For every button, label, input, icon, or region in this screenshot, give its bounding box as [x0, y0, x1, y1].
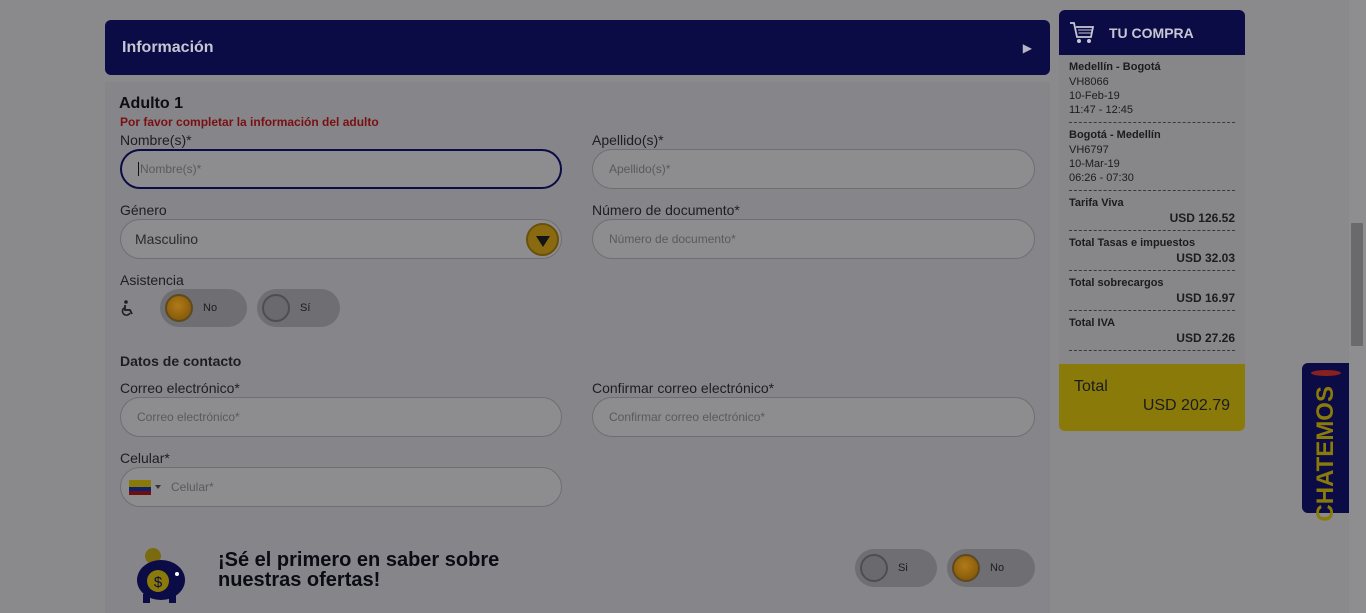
first-name-placeholder: Nombre(s)* [140, 162, 202, 176]
chat-label[interactable]: CHATEMOS [1312, 386, 1340, 522]
chat-bubble-icon[interactable] [1310, 370, 1341, 376]
email-input[interactable]: Correo electrónico* [120, 397, 562, 437]
assistance-yes-label: Sí [300, 302, 311, 314]
last-name-placeholder: Apellido(s)* [609, 162, 671, 176]
charge-name: Total sobrecargos [1069, 277, 1164, 289]
last-name-input[interactable]: Apellido(s)* [592, 149, 1035, 189]
charge-taxes: Total Tasas e impuestos USD 32.03 [1069, 231, 1235, 271]
confirm-email-input[interactable]: Confirmar correo electrónico* [592, 397, 1035, 437]
adult-heading: Adulto 1 [119, 95, 183, 112]
colombia-flag-icon[interactable] [129, 479, 151, 495]
flight-time: 06:26 - 07:30 [1069, 172, 1134, 184]
summary-title: TU COMPRA [1109, 24, 1194, 41]
assistance-no-toggle[interactable]: No [160, 289, 247, 327]
purchase-summary: TU COMPRA Medellín - Bogotá VH8066 10-Fe… [1059, 10, 1245, 431]
text-caret [138, 162, 139, 176]
email-placeholder: Correo electrónico* [137, 410, 240, 424]
gender-value: Masculino [135, 231, 199, 247]
chat-widget[interactable]: CHATEMOS [1302, 363, 1349, 522]
charge-iva: Total IVA USD 27.26 [1069, 311, 1235, 351]
gender-select[interactable]: Masculino [120, 219, 562, 259]
flight-date: 10-Feb-19 [1069, 90, 1120, 102]
dropdown-arrow-icon[interactable] [526, 223, 559, 256]
flight-return: Bogotá - Medellín VH6797 10-Mar-19 06:26… [1069, 123, 1235, 191]
assistance-label: Asistencia [120, 272, 184, 288]
assistance-no-label: No [203, 302, 218, 314]
adult-warning: Por favor completar la información del a… [120, 115, 379, 129]
last-name-label: Apellido(s)* [592, 132, 664, 148]
charge-surcharges: Total sobrecargos USD 16.97 [1069, 271, 1235, 311]
promo-yes-toggle[interactable]: Si [855, 549, 937, 587]
charge-name: Total IVA [1069, 317, 1116, 329]
flight-route: Bogotá - Medellín [1069, 129, 1161, 141]
charge-amount: USD 32.03 [1176, 251, 1235, 265]
flight-time: 11:47 - 12:45 [1069, 104, 1134, 116]
country-caret-icon[interactable] [155, 485, 161, 489]
flight-route: Medellín - Bogotá [1069, 61, 1161, 73]
charge-amount: USD 27.26 [1176, 331, 1235, 345]
charge-amount: USD 16.97 [1176, 291, 1235, 305]
total-label: Total [1074, 378, 1108, 395]
promo-heading: ¡Sé el primero en saber sobre nuestras o… [218, 550, 499, 590]
piggy-bank-icon: $ [137, 548, 185, 603]
mobile-label: Celular* [120, 450, 170, 466]
mobile-placeholder: Celular* [171, 480, 214, 494]
page-scrollbar[interactable] [1349, 0, 1366, 613]
expand-arrow-icon[interactable]: ▶ [1023, 41, 1032, 55]
svg-text:$: $ [154, 574, 163, 591]
radio-knob [262, 294, 290, 322]
radio-knob-selected [952, 554, 980, 582]
assistance-yes-toggle[interactable]: Sí [257, 289, 340, 327]
contact-heading: Datos de contacto [120, 353, 242, 369]
promo-line-2: nuestras ofertas! [218, 569, 381, 591]
promo-no-label: No [990, 562, 1005, 574]
document-input[interactable]: Número de documento* [592, 219, 1035, 259]
confirm-email-label: Confirmar correo electrónico* [592, 380, 775, 396]
promo-no-toggle[interactable]: No [947, 549, 1035, 587]
mobile-input[interactable]: Celular* [120, 467, 562, 507]
document-placeholder: Número de documento* [609, 232, 736, 246]
promo-line-1: ¡Sé el primero en saber sobre [218, 549, 500, 571]
charge-name: Tarifa Viva [1069, 197, 1124, 209]
section-title: Información [122, 38, 214, 56]
promo-yes-label: Si [898, 562, 908, 574]
confirm-email-placeholder: Confirmar correo electrónico* [609, 410, 766, 424]
first-name-label: Nombre(s)* [120, 132, 192, 148]
flight-date: 10-Mar-19 [1069, 158, 1120, 170]
first-name-input[interactable]: Nombre(s)* [120, 149, 562, 189]
wheelchair-icon [121, 300, 133, 316]
flight-outbound: Medellín - Bogotá VH8066 10-Feb-19 11:47… [1069, 55, 1235, 123]
info-section-header[interactable]: Información ▶ [105, 20, 1050, 75]
charge-amount: USD 126.52 [1169, 211, 1235, 225]
flight-code: VH8066 [1069, 76, 1109, 88]
scrollbar-thumb[interactable] [1351, 223, 1363, 346]
passenger-form: Adulto 1 Por favor completar la informac… [105, 82, 1050, 613]
charge-fare: Tarifa Viva USD 126.52 [1069, 191, 1235, 231]
radio-knob [860, 554, 888, 582]
charge-name: Total Tasas e impuestos [1069, 237, 1196, 249]
summary-header: TU COMPRA [1059, 10, 1245, 55]
total-box: Total USD 202.79 [1059, 364, 1245, 431]
document-label: Número de documento* [592, 202, 740, 218]
flight-code: VH6797 [1069, 144, 1109, 156]
email-label: Correo electrónico* [120, 380, 240, 396]
cart-icon [1070, 21, 1095, 43]
gender-label: Género [120, 202, 167, 218]
total-value: USD 202.79 [1142, 397, 1230, 414]
radio-knob-selected [165, 294, 193, 322]
